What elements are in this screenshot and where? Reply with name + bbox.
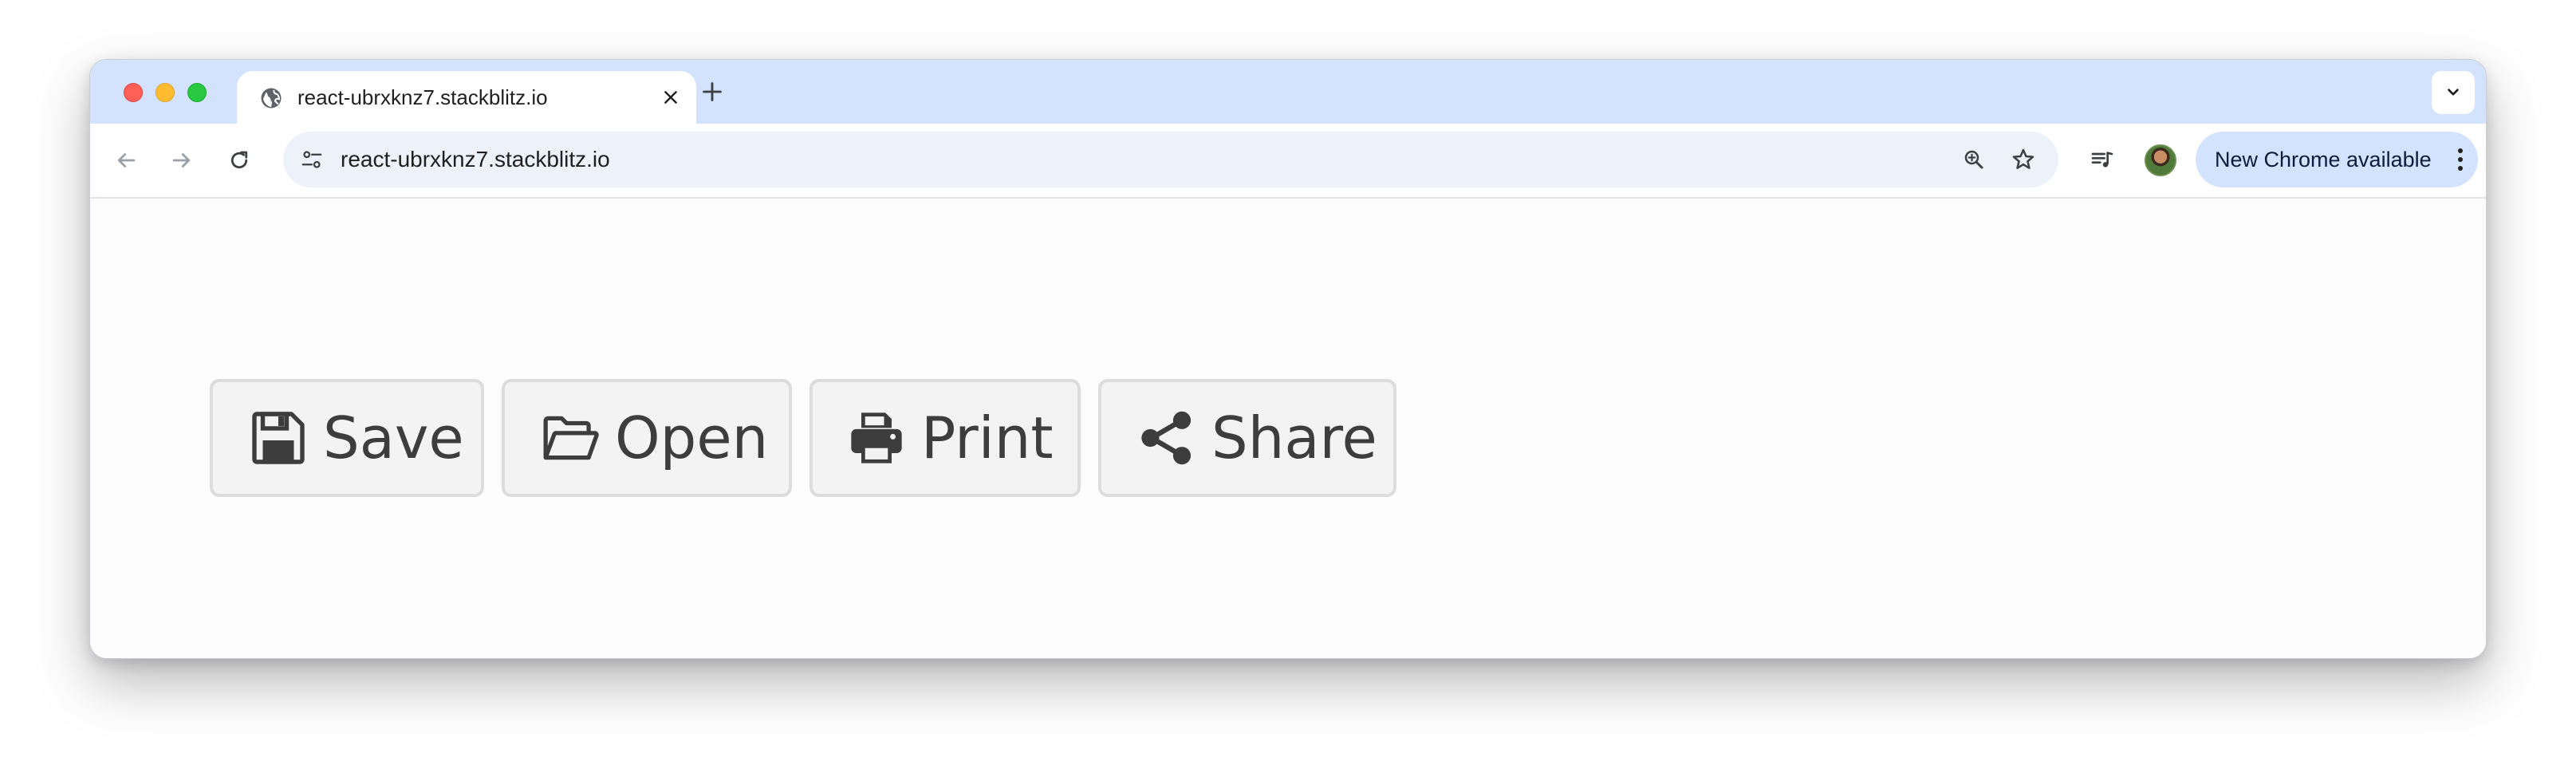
open-button[interactable]: Open xyxy=(502,379,792,497)
reload-icon[interactable] xyxy=(221,142,258,179)
print-label: Print xyxy=(921,404,1054,471)
share-icon xyxy=(1136,408,1197,468)
browser-toolbar: react-ubrxknz7.stackblitz.io New Chrome … xyxy=(90,124,2486,199)
printer-icon xyxy=(846,408,907,468)
plus-icon[interactable] xyxy=(693,73,731,111)
minimize-window-button[interactable] xyxy=(156,83,175,102)
tab-strip: react-ubrxknz7.stackblitz.io xyxy=(90,60,2486,124)
browser-window: react-ubrxknz7.stackblitz.io react-ubrxk… xyxy=(89,59,2487,659)
chevron-down-icon[interactable] xyxy=(2432,71,2475,114)
close-icon[interactable] xyxy=(658,85,683,110)
close-window-button[interactable] xyxy=(124,83,143,102)
url-text[interactable]: react-ubrxknz7.stackblitz.io xyxy=(341,132,610,187)
arrow-right-icon[interactable] xyxy=(163,142,200,179)
print-button[interactable]: Print xyxy=(809,379,1081,497)
page-content: Save Open Print Share xyxy=(90,199,2486,658)
zoom-in-icon[interactable] xyxy=(1956,142,1991,177)
globe-icon xyxy=(259,86,283,110)
arrow-left-icon[interactable] xyxy=(108,142,144,179)
open-label: Open xyxy=(615,404,769,471)
share-button[interactable]: Share xyxy=(1098,379,1396,497)
star-icon[interactable] xyxy=(2006,142,2041,177)
update-chrome-label: New Chrome available xyxy=(2215,148,2432,172)
update-chrome-button[interactable]: New Chrome available xyxy=(2196,132,2478,187)
save-button[interactable]: Save xyxy=(210,379,484,497)
save-label: Save xyxy=(323,404,464,471)
address-bar[interactable]: react-ubrxknz7.stackblitz.io xyxy=(283,132,2058,187)
media-queue-icon[interactable] xyxy=(2084,142,2121,179)
maximize-window-button[interactable] xyxy=(187,83,207,102)
avatar[interactable] xyxy=(2145,144,2176,176)
floppy-disk-icon xyxy=(248,408,309,468)
tune-icon[interactable] xyxy=(294,142,329,177)
share-label: Share xyxy=(1211,404,1377,471)
kebab-menu-icon[interactable] xyxy=(2451,144,2470,176)
browser-tab[interactable]: react-ubrxknz7.stackblitz.io xyxy=(237,71,696,124)
folder-open-icon xyxy=(540,408,601,468)
tab-title: react-ubrxknz7.stackblitz.io xyxy=(297,85,548,109)
